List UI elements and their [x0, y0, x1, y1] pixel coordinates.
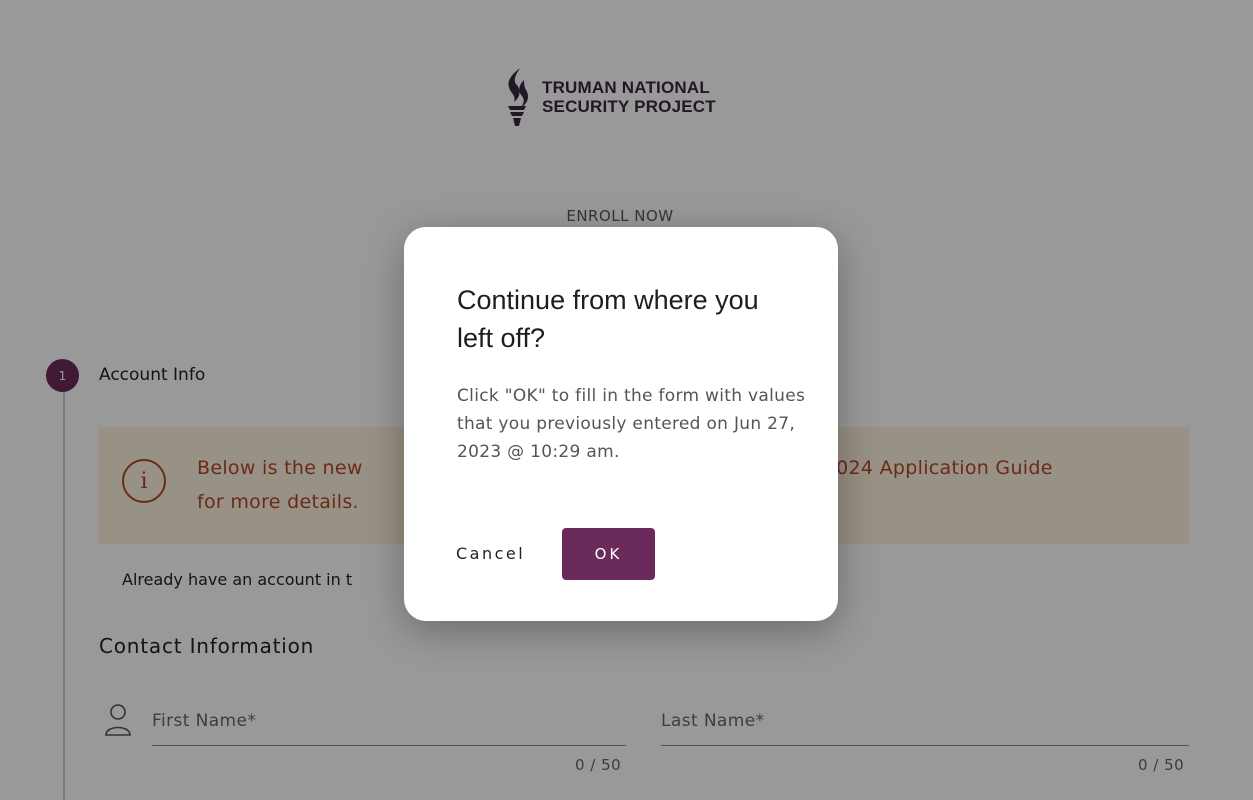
resume-form-dialog: Continue from where you left off? Click …	[404, 227, 838, 621]
dialog-body-text: Click "OK" to fill in the form with valu…	[457, 386, 806, 462]
dialog-title: Continue from where you left off?	[457, 285, 759, 353]
ok-button[interactable]: OK	[562, 528, 655, 580]
cancel-button[interactable]: Cancel	[456, 542, 542, 564]
